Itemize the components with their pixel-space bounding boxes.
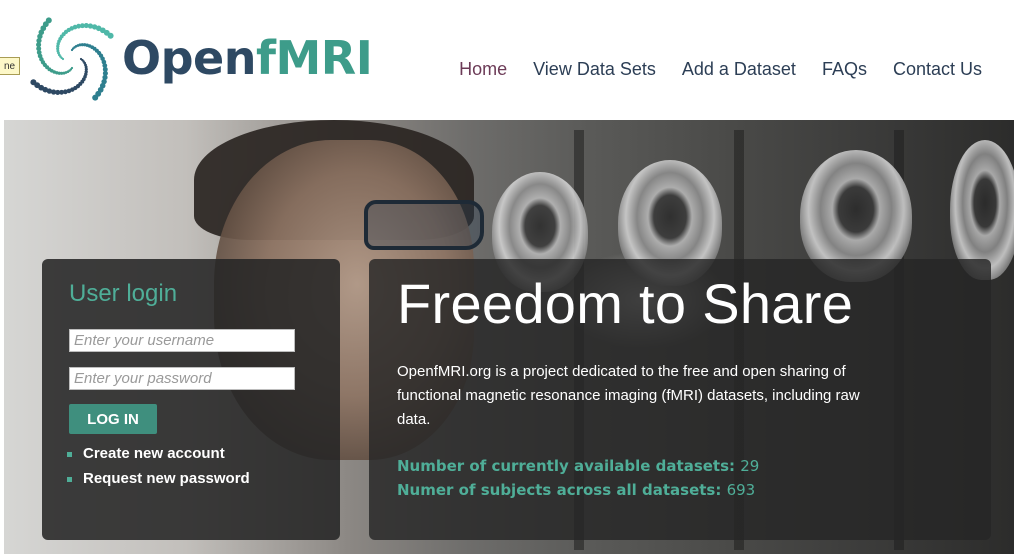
login-title: User login: [69, 280, 178, 307]
brand-part-open: Open: [122, 31, 256, 85]
request-password-link[interactable]: Request new password: [66, 470, 250, 488]
intro-description: OpenfMRI.org is a project dedicated to t…: [397, 363, 860, 428]
site-header: OpenfMRI ne Home View Data Sets Add a Da…: [0, 0, 1018, 120]
login-button[interactable]: LOG IN: [69, 404, 157, 434]
stat-datasets-value: 29: [740, 457, 760, 475]
username-input[interactable]: [69, 329, 295, 352]
brand-part-fmri: fMRI: [255, 31, 373, 85]
password-input[interactable]: [69, 367, 295, 390]
create-account-link[interactable]: Create new account: [66, 445, 250, 463]
intro-panel: Freedom to Share OpenfMRI.org is a proje…: [369, 259, 991, 540]
stat-datasets: Number of currently available datasets: …: [397, 455, 759, 477]
user-login-panel: User login LOG IN Create new account Req…: [42, 259, 340, 540]
login-links: Create new account Request new password: [66, 445, 250, 495]
create-account-label: Create new account: [83, 445, 225, 462]
openfmri-logo-icon[interactable]: [24, 12, 120, 106]
nav-home[interactable]: Home: [459, 58, 507, 80]
stat-datasets-label: Number of currently available datasets:: [397, 457, 736, 475]
nav-faqs[interactable]: FAQs: [822, 58, 867, 80]
bullet-icon: [67, 477, 72, 482]
request-password-label: Request new password: [83, 470, 250, 487]
bullet-icon: [67, 452, 72, 457]
nav-contact-us[interactable]: Contact Us: [893, 58, 982, 80]
stat-subjects: Numer of subjects across all datasets: 6…: [397, 479, 755, 501]
main-nav: Home View Data Sets Add a Dataset FAQs C…: [459, 58, 982, 80]
nav-add-dataset[interactable]: Add a Dataset: [682, 58, 796, 80]
stat-subjects-label: Numer of subjects across all datasets:: [397, 481, 722, 499]
tooltip-fragment: ne: [0, 57, 20, 75]
intro-title: Freedom to Share: [397, 272, 854, 335]
glasses-shape: [364, 200, 484, 250]
stat-subjects-value: 693: [726, 481, 756, 499]
site-brand[interactable]: OpenfMRI: [122, 30, 373, 86]
nav-view-data-sets[interactable]: View Data Sets: [533, 58, 656, 80]
